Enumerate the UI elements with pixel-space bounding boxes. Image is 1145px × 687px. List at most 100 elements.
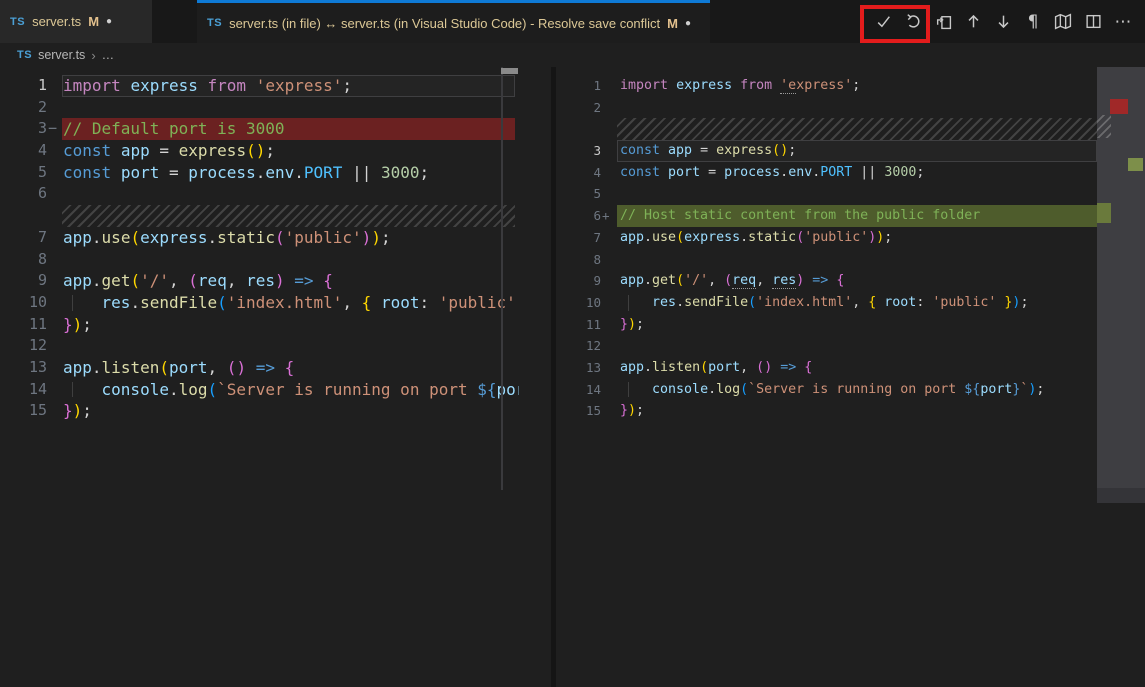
line-number: 4 [556,162,601,184]
code-line[interactable]: 14 console.log(`Server is running on por… [556,379,1145,401]
split-editor-icon [1085,13,1102,30]
breadcrumb-file[interactable]: server.ts [38,48,85,62]
line-number: 14 [556,379,601,401]
more-actions-button[interactable]: ⋯ [1108,7,1138,37]
minimap-deleted-marker [1110,99,1128,114]
pilcrow-icon: ¶ [1028,12,1039,32]
minimap-filler-marker [1097,115,1111,138]
code-line[interactable]: 4const port = process.env.PORT || 3000; [556,162,1145,184]
line-number: 11 [556,314,601,336]
code-line[interactable]: 11}); [556,314,1145,336]
line-number: 7 [556,227,601,249]
ellipsis-icon: ⋯ [1115,12,1132,32]
check-icon [875,13,892,30]
code-line[interactable]: 5 [556,183,1145,205]
editor-toolbar: ¶ ⋯ [868,0,1138,43]
line-number: 1 [0,75,47,97]
code-text: app.get('/', (req, res) => { [63,270,333,292]
diff-filler-row[interactable] [556,118,1145,140]
code-text: res.sendFile('index.html', { root: 'publ… [63,292,519,314]
code-line[interactable]: 15}); [556,400,1145,422]
code-text: console.log(`Server is running on port $… [63,379,519,401]
diff-filler-row[interactable] [0,205,519,227]
minimap-footer [1097,488,1145,503]
line-number: 8 [556,249,601,271]
code-line[interactable]: 8 [556,249,1145,271]
git-modified-badge: M [667,16,678,31]
split-editor-button[interactable] [1078,7,1108,37]
vscode-window: TS server.ts M ● TS server.ts (in file) … [0,0,1145,687]
code-line[interactable]: 1import express from 'express'; [556,75,1145,97]
tab-server-ts[interactable]: TS server.ts M ● [0,0,152,43]
previous-change-button[interactable] [958,7,988,37]
code-line[interactable]: 6 [0,183,519,205]
git-modified-badge: M [88,14,99,29]
code-line[interactable]: 9app.get('/', (req, res) => { [0,270,519,292]
code-text: // Host static content from the public f… [620,205,980,227]
code-line[interactable]: 12 [0,335,519,357]
code-text: }); [620,314,644,336]
code-line[interactable]: 5const port = process.env.PORT || 3000; [0,162,519,184]
open-changes-button[interactable] [928,7,958,37]
code-line[interactable]: 1import express from 'express'; [0,75,519,97]
code-line[interactable]: 2 [556,97,1145,119]
code-line[interactable]: 13app.listen(port, () => { [556,357,1145,379]
code-line[interactable]: 7 app.use(express.static('public')); [0,227,519,249]
file-arrow-icon [935,13,952,30]
line-number: 6 [556,205,601,227]
code-line[interactable]: 4const app = express(); [0,140,519,162]
typescript-file-icon: TS [10,16,25,28]
render-whitespace-button[interactable]: ¶ [1018,7,1048,37]
code-line[interactable]: 6+// Host static content from the public… [556,205,1145,227]
code-text: const port = process.env.PORT || 3000; [63,162,429,184]
next-change-button[interactable] [988,7,1018,37]
code-text: app.use(express.static('public')); [620,227,892,249]
code-text: import express from 'express'; [620,75,860,97]
line-number: 13 [0,357,47,379]
code-line[interactable]: 15}); [0,400,519,422]
code-line[interactable]: 10 res.sendFile('index.html', { root: 'p… [556,292,1145,314]
diff-editor: 1import express from 'express';23−// Def… [0,67,1145,687]
code-line[interactable]: 7 app.use(express.static('public')); [556,227,1145,249]
chevron-right-icon: › [91,48,95,63]
code-text: app.use(express.static('public')); [63,227,391,249]
tab-resolve-save-conflict[interactable]: TS server.ts (in file) ↔ server.ts (in V… [197,0,710,43]
unsaved-dot-icon[interactable]: ● [106,16,112,27]
modified-editor-pane[interactable]: 1import express from 'express';2 3const a… [556,67,1145,687]
original-editor-pane[interactable]: 1import express from 'express';23−// Def… [0,67,519,687]
left-scrollbar-slider[interactable] [501,68,518,74]
code-line[interactable]: 3−// Default port is 3000 [0,118,519,140]
unsaved-dot-icon[interactable]: ● [685,18,691,29]
code-line[interactable]: 3const app = express(); [556,140,1145,162]
line-number: 12 [556,335,601,357]
code-line[interactable]: 12 [556,335,1145,357]
line-number: 2 [556,97,601,119]
line-number: 9 [556,270,601,292]
discard-button[interactable] [898,7,928,37]
code-line[interactable]: 13app.listen(port, () => { [0,357,519,379]
minimap-added-marker [1097,203,1111,223]
code-line[interactable]: 2 [0,97,519,119]
arrow-down-icon [995,13,1012,30]
diff-sign: − [48,118,57,140]
code-line[interactable]: 10 res.sendFile('index.html', { root: 'p… [0,292,519,314]
line-number: 6 [0,183,47,205]
line-number: 8 [0,249,47,271]
code-text: app.get('/', (req, res) => { [620,270,844,292]
line-number: 7 [0,227,47,249]
code-text: // Default port is 3000 [63,118,285,140]
open-map-button[interactable] [1048,7,1078,37]
code-line[interactable]: 8 [0,249,519,271]
breadcrumb-symbol[interactable]: … [102,48,115,62]
line-number: 10 [556,292,601,314]
minimap[interactable] [1097,67,1145,687]
typescript-file-icon: TS [17,49,32,61]
tab-bar: TS server.ts M ● TS server.ts (in file) … [0,0,1145,43]
left-scrollbar[interactable] [501,67,503,490]
diff-filler-hatch [62,205,515,227]
code-line[interactable]: 14 console.log(`Server is running on por… [0,379,519,401]
tab-label: server.ts (in file) ↔ server.ts (in Visu… [229,16,660,31]
code-line[interactable]: 9 app.get('/', (req, res) => { [556,270,1145,292]
code-line[interactable]: 11}); [0,314,519,336]
accept-merge-button[interactable] [868,7,898,37]
